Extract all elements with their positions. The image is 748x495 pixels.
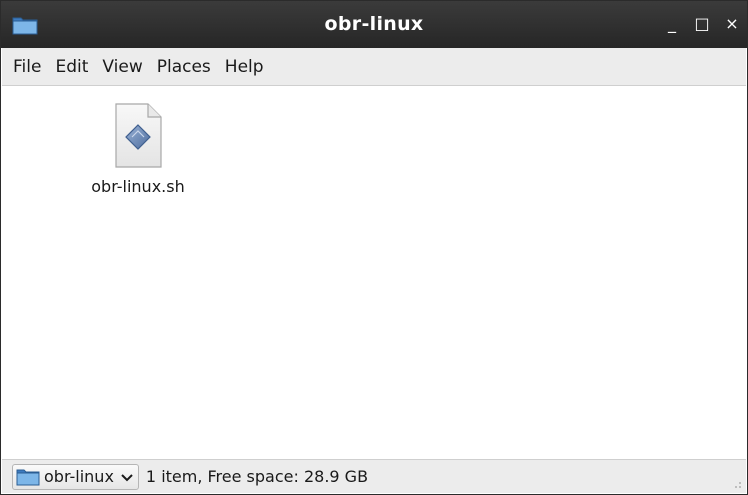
- status-text: 1 item, Free space: 28.9 GB: [145, 467, 369, 486]
- maximize-button[interactable]: □: [694, 13, 709, 33]
- script-file-icon: [115, 103, 162, 168]
- menu-bar: File Edit View Places Help: [2, 48, 746, 86]
- resize-grip-icon[interactable]: [730, 477, 742, 489]
- minimize-button[interactable]: _: [665, 13, 679, 33]
- location-dropdown[interactable]: obr-linux: [12, 463, 139, 490]
- chevron-down-icon: [121, 473, 133, 481]
- window-title: obr-linux: [324, 13, 424, 35]
- status-bar: obr-linux 1 item, Free space: 28.9 GB: [2, 459, 746, 493]
- file-view[interactable]: obr-linux.sh: [2, 87, 746, 458]
- close-button[interactable]: ×: [725, 13, 739, 33]
- file-manager-window: obr-linux _ □ × File Edit View Places He…: [0, 0, 748, 495]
- menu-places[interactable]: Places: [150, 53, 218, 81]
- folder-icon: [16, 469, 40, 485]
- menu-view[interactable]: View: [95, 53, 149, 81]
- file-name: obr-linux.sh: [91, 177, 185, 196]
- menu-file[interactable]: File: [6, 53, 48, 81]
- location-label: obr-linux: [44, 467, 114, 486]
- menu-help[interactable]: Help: [218, 53, 271, 81]
- title-bar[interactable]: obr-linux _ □ ×: [1, 1, 747, 48]
- file-item-obr-linux-sh[interactable]: obr-linux.sh: [68, 101, 208, 196]
- menu-edit[interactable]: Edit: [48, 53, 95, 81]
